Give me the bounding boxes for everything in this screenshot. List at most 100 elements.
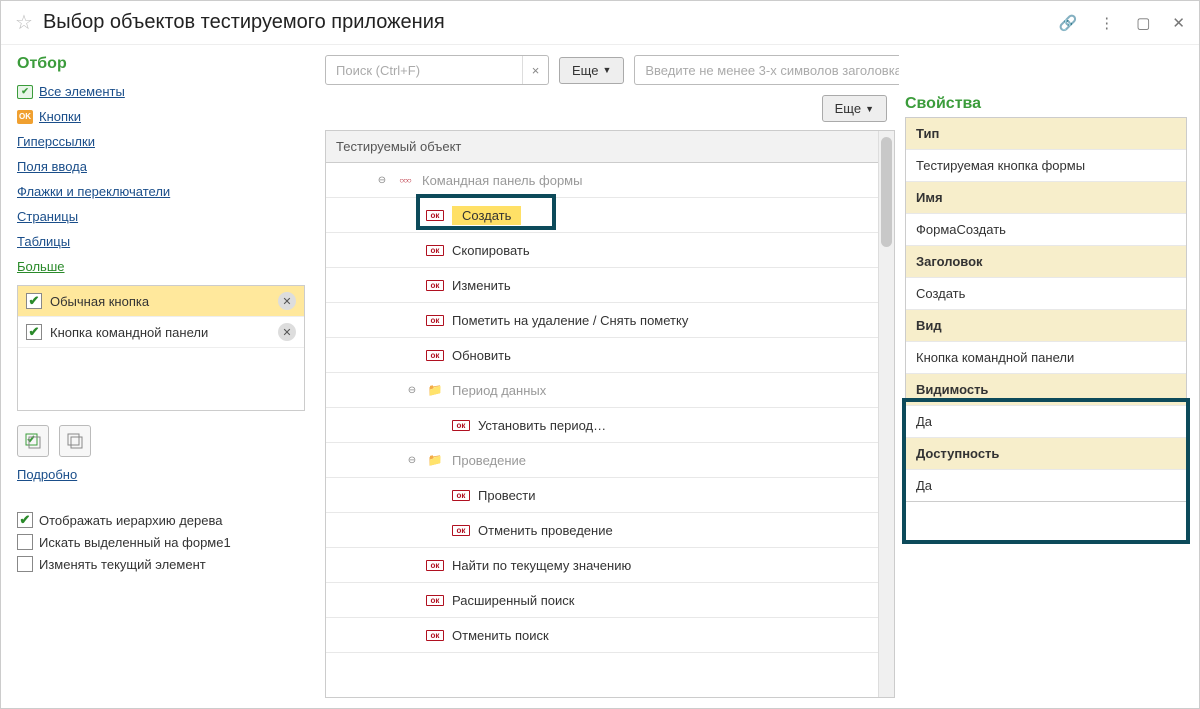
tree-group-cmd-panel[interactable]: ⊖ ○○○ Командная панель формы: [326, 163, 878, 198]
prop-type-label: Тип: [906, 118, 1186, 150]
details-link[interactable]: Подробно: [17, 467, 77, 482]
filter-links[interactable]: Гиперссылки: [17, 134, 305, 149]
tree-header: Тестируемый объект: [326, 131, 878, 163]
tree-item-set-period[interactable]: ок Установить период…: [326, 408, 878, 443]
filter-pages-label: Страницы: [17, 209, 78, 224]
checkbox-icon[interactable]: ✔: [26, 324, 42, 340]
filter-pages[interactable]: Страницы: [17, 209, 305, 224]
checkbox-icon: ✔: [17, 512, 33, 528]
chip-remove-icon[interactable]: ✕: [278, 292, 296, 310]
checkbox-icon: [17, 534, 33, 550]
link-icon[interactable]: 🔗: [1059, 14, 1078, 32]
props-heading: Свойства: [905, 95, 1187, 113]
tree-more-button[interactable]: Еще ▼: [822, 95, 887, 122]
tree-item-refresh[interactable]: ок Обновить: [326, 338, 878, 373]
button-icon: ок: [452, 420, 470, 431]
tree-label: Изменить: [452, 278, 511, 293]
props-table: Тип Тестируемая кнопка формы Имя ФормаСо…: [905, 117, 1187, 502]
tree-label: Командная панель формы: [422, 173, 582, 188]
prop-name-label: Имя: [906, 182, 1186, 214]
prop-availability-value: Да: [906, 470, 1186, 501]
uncheck-all-button[interactable]: [59, 425, 91, 457]
kebab-menu-icon[interactable]: ⋮: [1099, 14, 1114, 32]
tree-item-mark-delete[interactable]: ок Пометить на удаление / Снять пометку: [326, 303, 878, 338]
maximize-icon[interactable]: ▢: [1136, 14, 1150, 32]
tree-item-post[interactable]: ок Провести: [326, 478, 878, 513]
checkbox-icon[interactable]: ✔: [26, 293, 42, 309]
tree-item-cancel-search[interactable]: ок Отменить поиск: [326, 618, 878, 653]
tree-item-create[interactable]: ок Создать: [326, 198, 878, 233]
prop-visibility-value: Да: [906, 406, 1186, 438]
prop-visibility-label: Видимость: [906, 374, 1186, 406]
tree-label: Провести: [478, 488, 536, 503]
folder-icon: 📁: [426, 453, 444, 467]
button-icon: ок: [426, 595, 444, 606]
button-icon: ок: [426, 210, 444, 221]
clear-search-icon[interactable]: ×: [522, 56, 548, 84]
tree-group-period[interactable]: ⊖ 📁 Период данных: [326, 373, 878, 408]
filter-tables[interactable]: Таблицы: [17, 234, 305, 249]
tree-item-copy[interactable]: ок Скопировать: [326, 233, 878, 268]
option-change-current[interactable]: Изменять текущий элемент: [17, 556, 305, 572]
filter-all-label: Все элементы: [39, 84, 125, 99]
option-find-selected[interactable]: Искать выделенный на форме1: [17, 534, 305, 550]
search-input[interactable]: [326, 63, 522, 78]
window-title: Выбор объектов тестируемого приложения: [43, 11, 1059, 34]
button-icon: OK: [17, 110, 33, 124]
tree-label: Обновить: [452, 348, 511, 363]
tree-item-edit[interactable]: ок Изменить: [326, 268, 878, 303]
tree-item-cancel-post[interactable]: ок Отменить проведение: [326, 513, 878, 548]
option-label: Изменять текущий элемент: [39, 557, 206, 572]
tree-label: Создать: [452, 206, 521, 225]
filter-buttons[interactable]: OK Кнопки: [17, 109, 305, 124]
option-label: Искать выделенный на форме1: [39, 535, 231, 550]
filter-more-label: Больше: [17, 259, 65, 274]
check-all-icon: ✔: [17, 85, 33, 99]
tree-label: Период данных: [452, 383, 546, 398]
filter-more[interactable]: Больше: [17, 259, 305, 274]
tree-label: Установить период…: [478, 418, 606, 433]
tree-item-find-current[interactable]: ок Найти по текущему значению: [326, 548, 878, 583]
prop-type-value: Тестируемая кнопка формы: [906, 150, 1186, 182]
button-icon: ок: [426, 630, 444, 641]
filter-inputs-label: Поля ввода: [17, 159, 87, 174]
filter-tables-label: Таблицы: [17, 234, 70, 249]
favorite-star-icon[interactable]: ☆: [15, 10, 33, 35]
close-icon[interactable]: ✕: [1172, 14, 1185, 32]
chip-label: Кнопка командной панели: [50, 325, 208, 340]
chip-regular-button[interactable]: ✔ Обычная кнопка ✕: [18, 286, 304, 317]
button-icon: ок: [452, 490, 470, 501]
button-icon: ок: [426, 245, 444, 256]
filter-flags[interactable]: Флажки и переключатели: [17, 184, 305, 199]
prop-name-value: ФормаСоздать: [906, 214, 1186, 246]
prop-kind-label: Вид: [906, 310, 1186, 342]
chip-panel-button[interactable]: ✔ Кнопка командной панели ✕: [18, 317, 304, 348]
collapse-icon[interactable]: ⊖: [406, 455, 418, 466]
more-button[interactable]: Еще ▼: [559, 57, 624, 84]
tree-label: Скопировать: [452, 243, 530, 258]
filter-chip-list: ✔ Обычная кнопка ✕ ✔ Кнопка командной па…: [17, 285, 305, 411]
tree-label: Отменить поиск: [452, 628, 549, 643]
tree-label: Расширенный поиск: [452, 593, 574, 608]
tree-label: Отменить проведение: [478, 523, 613, 538]
filter-all[interactable]: ✔ Все элементы: [17, 84, 305, 99]
tree-more-label: Еще: [835, 101, 861, 116]
option-label: Отображать иерархию дерева: [39, 513, 222, 528]
folder-icon: 📁: [426, 383, 444, 397]
filter-inputs[interactable]: Поля ввода: [17, 159, 305, 174]
collapse-icon[interactable]: ⊖: [406, 385, 418, 396]
prop-caption-label: Заголовок: [906, 246, 1186, 278]
button-icon: ок: [426, 350, 444, 361]
chip-remove-icon[interactable]: ✕: [278, 323, 296, 341]
tree-scrollbar[interactable]: [878, 131, 894, 697]
check-all-button[interactable]: [17, 425, 49, 457]
title-search-input[interactable]: [635, 63, 899, 78]
tree-group-posting[interactable]: ⊖ 📁 Проведение: [326, 443, 878, 478]
button-icon: ок: [426, 560, 444, 571]
option-show-tree[interactable]: ✔ Отображать иерархию дерева: [17, 512, 305, 528]
collapse-icon[interactable]: ⊖: [376, 175, 388, 186]
chevron-down-icon: ▼: [865, 104, 874, 114]
prop-kind-value: Кнопка командной панели: [906, 342, 1186, 374]
tree-item-adv-search[interactable]: ок Расширенный поиск: [326, 583, 878, 618]
filter-heading: Отбор: [17, 55, 305, 73]
